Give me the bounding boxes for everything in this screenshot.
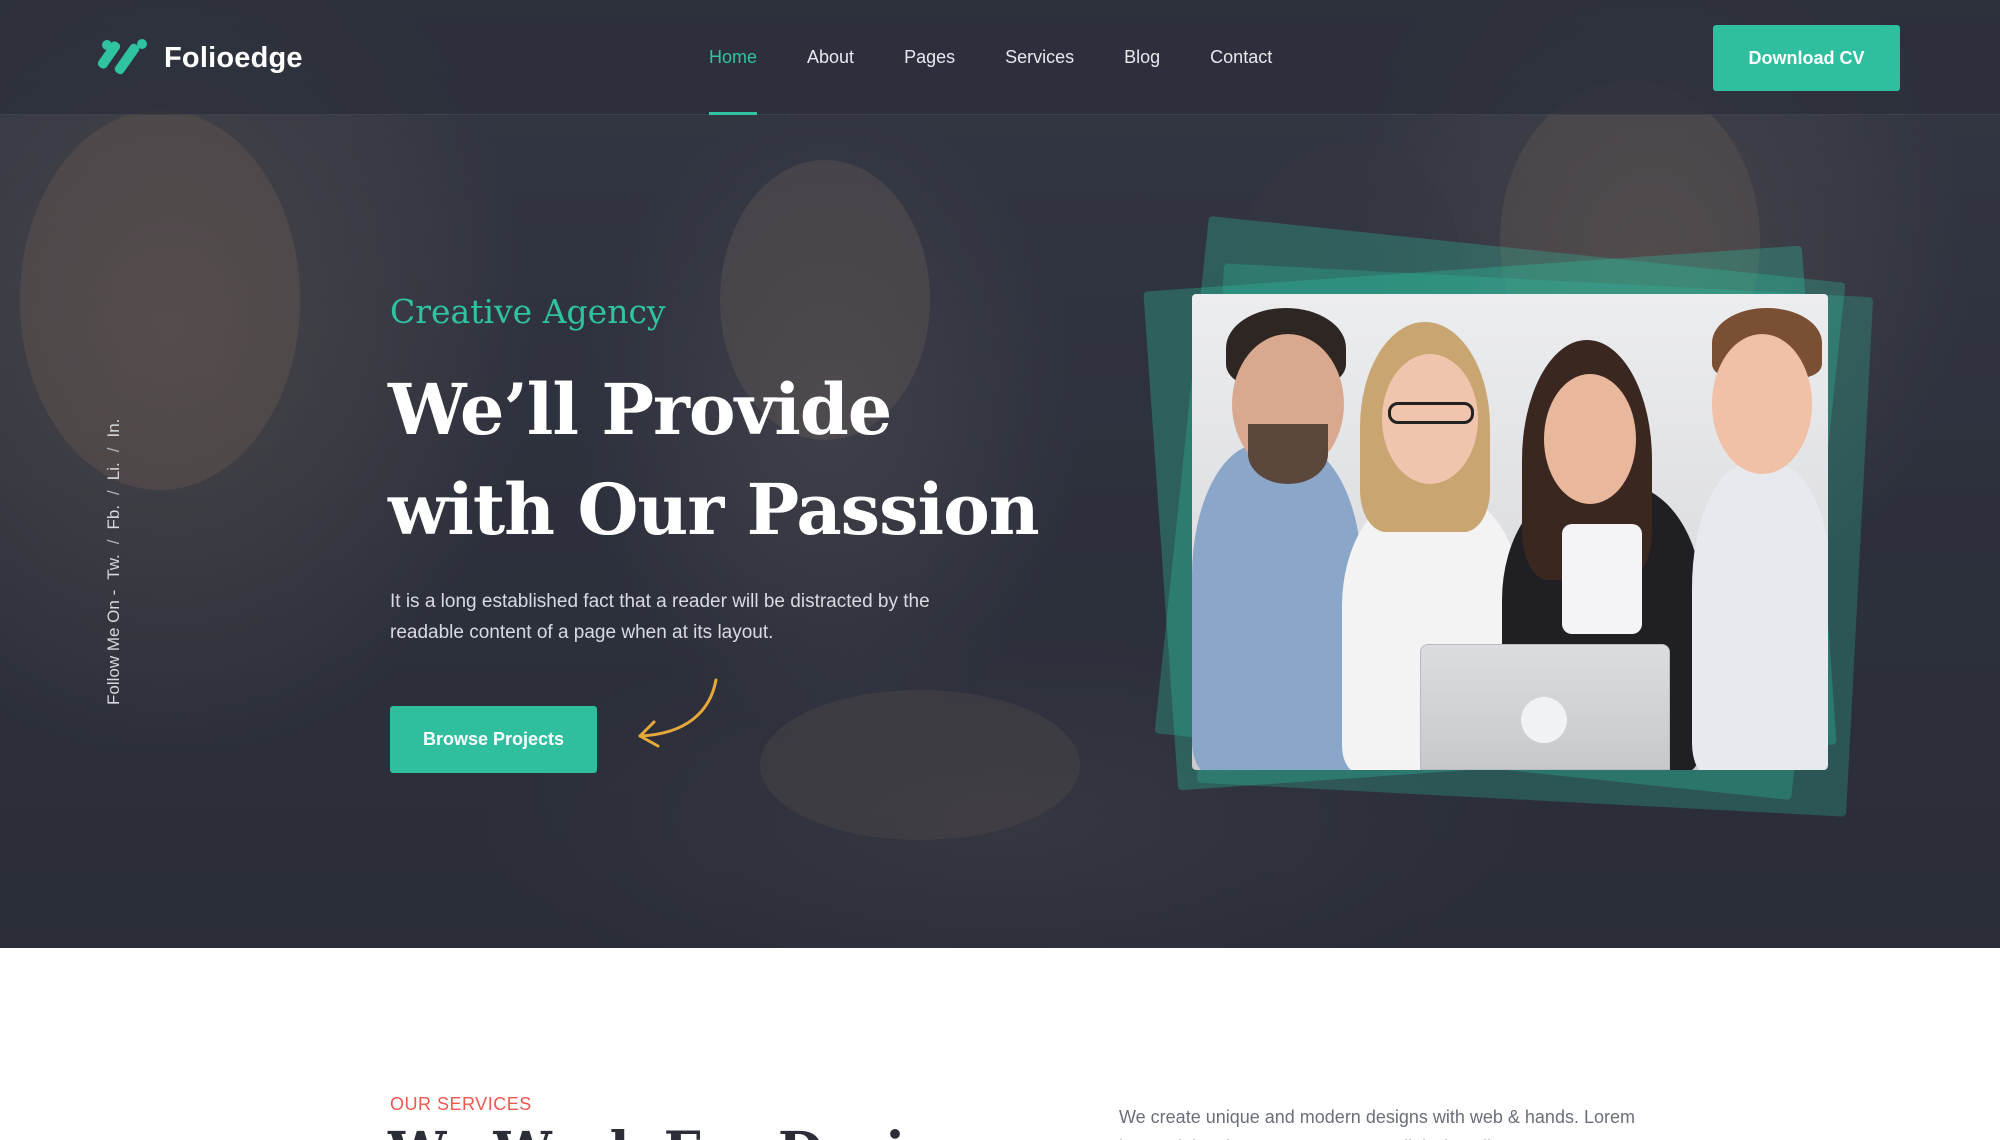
nav-item-pages[interactable]: Pages xyxy=(904,0,955,115)
hero-title-line1: We’ll Provide xyxy=(388,368,892,451)
services-eyebrow: OUR SERVICES xyxy=(390,1094,532,1114)
hero-title-line2: with Our Passion xyxy=(388,468,1040,551)
hero-image-cluster xyxy=(1140,215,1900,840)
slash-stripes-icon xyxy=(98,39,147,75)
curved-arrow-icon xyxy=(638,678,718,748)
nav-item-contact[interactable]: Contact xyxy=(1210,0,1272,115)
nav-item-services[interactable]: Services xyxy=(1005,0,1074,115)
nav-item-home[interactable]: Home xyxy=(709,0,758,115)
team-meeting-photo xyxy=(1192,294,1828,770)
social-separator: / xyxy=(104,490,123,495)
logo[interactable]: Folioedge xyxy=(98,36,303,80)
services-description: We create unique and modern designs with… xyxy=(1119,1107,1635,1140)
social-separator: / xyxy=(104,447,123,453)
site-header: Folioedge Home About Pages Services Blog… xyxy=(0,0,2000,115)
hero-title: We’ll Provide with Our Passion xyxy=(388,360,1040,560)
hero-eyebrow: Creative Agency xyxy=(390,292,666,331)
main-nav: Home About Pages Services Blog Contact xyxy=(709,0,1272,115)
nav-item-blog[interactable]: Blog xyxy=(1124,0,1160,115)
download-cv-button[interactable]: Download CV xyxy=(1713,25,1900,91)
hero-section: Follow Me On - Tw. / Fb. / Li. / In. Cre… xyxy=(0,0,2000,948)
laptop-image xyxy=(1420,644,1670,770)
hero-description: It is a long established fact that a rea… xyxy=(390,591,930,643)
social-link-twitter[interactable]: Tw. xyxy=(104,554,124,580)
social-prefix: Follow Me On - xyxy=(104,589,123,705)
browse-projects-button[interactable]: Browse Projects xyxy=(390,706,597,773)
brand-name: Folioedge xyxy=(164,41,303,74)
social-link-facebook[interactable]: Fb. xyxy=(104,505,124,530)
social-link-linkedin[interactable]: Li. xyxy=(104,462,124,480)
social-link-instagram[interactable]: In. xyxy=(104,419,124,438)
social-follow-links: Follow Me On - Tw. / Fb. / Li. / In. xyxy=(104,419,124,705)
services-title: We Work For Design xyxy=(388,1122,979,1140)
nav-item-about[interactable]: About xyxy=(807,0,854,115)
social-separator: / xyxy=(104,539,123,545)
